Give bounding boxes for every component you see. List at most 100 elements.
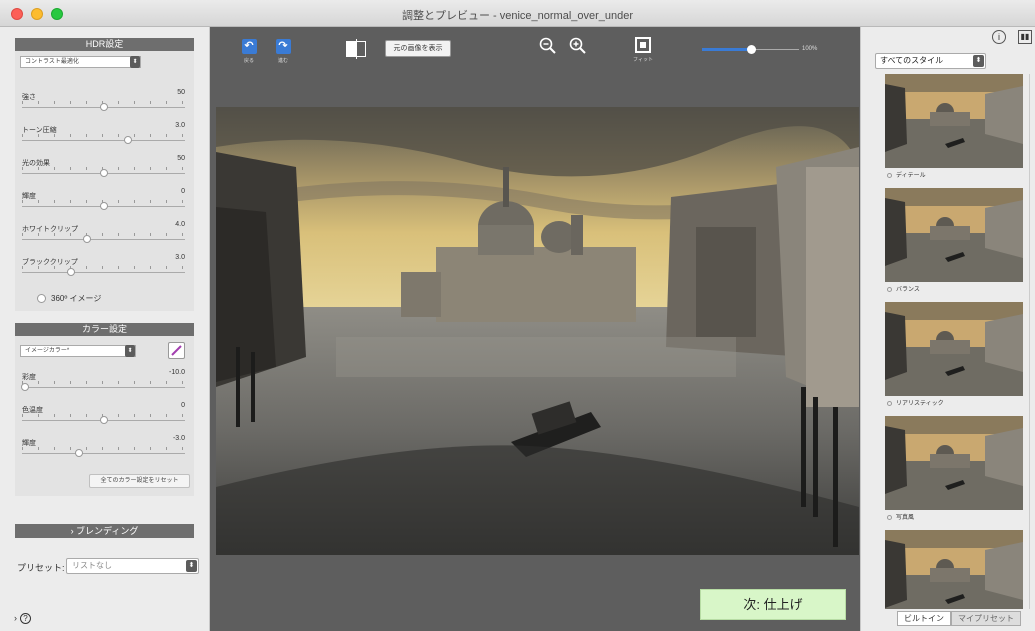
slider-value: 3.0: [175, 122, 185, 129]
slider-value: 3.0: [175, 254, 185, 261]
compare-divider: [356, 39, 357, 59]
slider-value: -3.0: [172, 435, 185, 442]
style-thumbnail[interactable]: [885, 74, 1023, 168]
hdr-slider-row: 光の効果 50: [22, 155, 185, 185]
image360-checkbox[interactable]: 360º イメージ: [37, 293, 101, 304]
preset-select[interactable]: リストなし ⬍: [66, 558, 199, 574]
layout-toggle-icon[interactable]: ▮▮: [1018, 30, 1032, 44]
select-arrow-icon: ⬍: [130, 56, 140, 68]
style-thumbnail-list: ディテールバランスリアリスティック写真風: [877, 74, 1027, 609]
slider-knob[interactable]: [99, 416, 108, 424]
undo-button[interactable]: ↶ 戻る: [240, 39, 258, 64]
style-thumbnail[interactable]: [885, 530, 1023, 609]
hdr-slider-row: 輝度 0: [22, 188, 185, 218]
next-finish-button[interactable]: 次: 仕上げ: [700, 589, 846, 620]
style-thumbnail[interactable]: [885, 302, 1023, 396]
slider-track[interactable]: [22, 140, 185, 141]
color-slider-row: 彩度 -10.0: [21, 369, 185, 399]
redo-icon: ↷: [275, 39, 291, 54]
slider-knob[interactable]: [99, 103, 108, 111]
slider-value: 0: [181, 402, 185, 409]
slider-track[interactable]: [22, 239, 185, 240]
zoom-slider-fill: [702, 48, 751, 51]
compare-split-icon[interactable]: [346, 39, 366, 59]
slider-knob[interactable]: [66, 268, 75, 276]
help-toggle[interactable]: ›?: [14, 613, 31, 624]
slider-track[interactable]: [22, 387, 185, 388]
style-thumbnail[interactable]: [885, 416, 1023, 510]
style-filter-select[interactable]: すべてのスタイル ⬍: [875, 53, 986, 69]
reset-color-button[interactable]: 全てのカラー設定をリセット: [89, 474, 190, 488]
zoom-out-icon[interactable]: [539, 37, 557, 60]
slider-value: 4.0: [175, 221, 185, 228]
slider-knob[interactable]: [123, 136, 132, 144]
radio-icon: [37, 294, 46, 304]
tab-my-presets[interactable]: マイプリセット: [951, 611, 1021, 626]
slider-knob[interactable]: [99, 169, 108, 177]
select-arrow-icon: ⬍: [186, 560, 197, 572]
style-label-text: バランス: [896, 287, 920, 293]
hdr-slider-row: ホワイトクリップ 4.0: [22, 221, 185, 251]
style-thumbnail-label[interactable]: 写真風: [887, 512, 914, 521]
compare-half: [347, 42, 356, 56]
zoom-slider-knob[interactable]: [746, 45, 756, 54]
color-settings-header: カラー設定: [15, 323, 194, 336]
fit-icon: [635, 37, 651, 53]
style-thumbnail-label[interactable]: リアリスティック: [887, 398, 944, 407]
redo-button[interactable]: ↷ 進む: [274, 39, 292, 64]
select-arrow-icon: ⬍: [125, 345, 135, 357]
zoom-in-icon[interactable]: [569, 37, 587, 60]
style-thumbnail-label[interactable]: ディテール: [887, 170, 926, 179]
thumbnail-scrollbar[interactable]: [1029, 74, 1030, 609]
preset-label: プリセット:: [17, 563, 65, 573]
preview-area: ↶ 戻る ↷ 進む 元の画像を表示 フィット 100% 次: 仕上げ: [210, 27, 860, 631]
help-icon: ?: [20, 613, 31, 624]
hdr-preset-select[interactable]: コントラスト最適化 ⬍: [20, 56, 141, 68]
style-tabs: ビルトイン マイプリセット: [897, 611, 1021, 626]
slider-knob[interactable]: [99, 202, 108, 210]
hdr-settings-header: HDR設定: [15, 38, 194, 51]
radio-icon: [887, 172, 892, 178]
slider-value: -10.0: [169, 369, 185, 376]
style-label-text: リアリスティック: [896, 401, 944, 407]
styles-panel: i ▮▮ すべてのスタイル ⬍ ディテールバランスリアリスティック写真風 ビルト…: [860, 27, 1035, 631]
slider-track[interactable]: [22, 453, 185, 454]
slider-ticks: [22, 134, 185, 137]
slider-value: 50: [177, 155, 185, 162]
color-preset-value: イメージカラー*: [25, 348, 70, 354]
title-bar: 調整とプレビュー - venice_normal_over_under: [0, 0, 1035, 27]
help-chevron: ›: [14, 613, 17, 623]
radio-icon: [887, 514, 892, 520]
undo-label: 戻る: [243, 58, 254, 64]
window-title: 調整とプレビュー - venice_normal_over_under: [401, 10, 634, 22]
tab-builtin[interactable]: ビルトイン: [897, 611, 951, 626]
hdr-slider-row: トーン圧縮 3.0: [22, 122, 185, 152]
undo-icon: ↶: [241, 39, 257, 54]
color-slider-row: 色温度 0: [22, 402, 185, 432]
zoom-percent: 100%: [802, 46, 818, 52]
brush-icon[interactable]: [168, 342, 185, 359]
style-thumbnail-label[interactable]: バランス: [887, 284, 920, 293]
select-arrow-icon: ⬍: [973, 55, 984, 67]
image360-label: 360º イメージ: [51, 294, 102, 303]
style-thumbnail[interactable]: [885, 188, 1023, 282]
hdr-slider-row: ブラッククリップ 3.0: [22, 254, 185, 284]
slider-ticks: [22, 266, 185, 269]
blending-header[interactable]: › ブレンディング: [15, 524, 194, 538]
radio-icon: [887, 400, 892, 406]
preview-image[interactable]: [216, 107, 859, 555]
slider-knob[interactable]: [83, 235, 92, 243]
slider-track[interactable]: [22, 272, 185, 273]
slider-knob[interactable]: [75, 449, 84, 457]
slider-ticks: [22, 381, 185, 384]
show-original-button[interactable]: 元の画像を表示: [385, 40, 451, 57]
color-preset-select[interactable]: イメージカラー* ⬍: [20, 345, 136, 357]
style-filter-value: すべてのスタイル: [880, 56, 944, 65]
slider-value: 0: [181, 188, 185, 195]
zoom-slider[interactable]: [702, 45, 799, 54]
info-icon[interactable]: i: [992, 30, 1006, 44]
fit-label: フィット: [633, 57, 653, 63]
slider-knob[interactable]: [21, 383, 30, 391]
fit-button[interactable]: フィット: [628, 37, 658, 63]
preset-value: リストなし: [72, 561, 112, 570]
